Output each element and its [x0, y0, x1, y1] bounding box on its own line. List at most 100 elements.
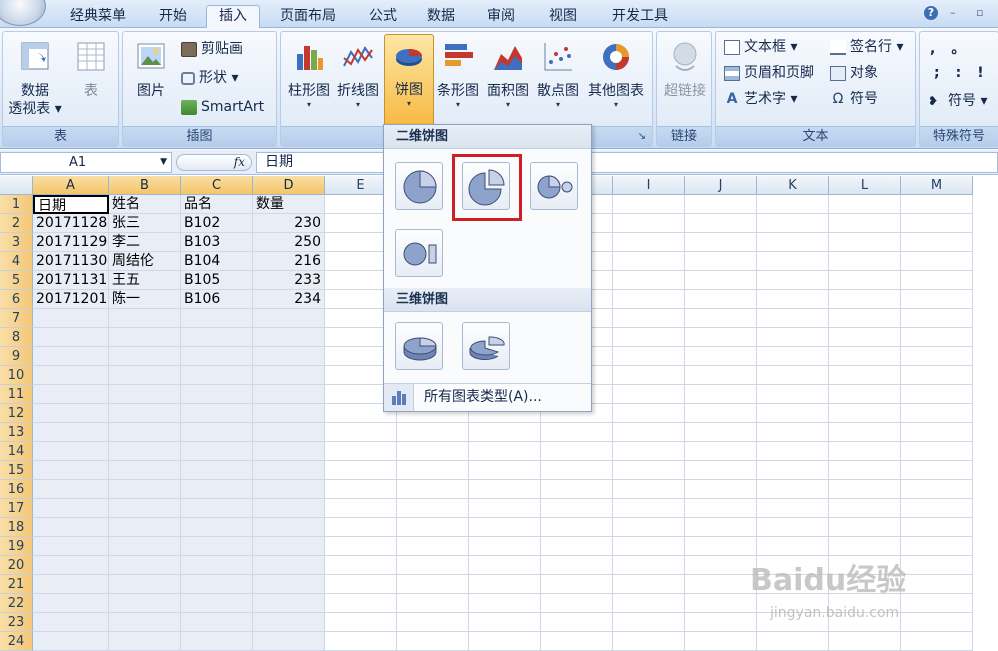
cell-b16[interactable] — [109, 480, 181, 499]
cell-g18[interactable] — [469, 518, 541, 537]
cell-g19[interactable] — [469, 537, 541, 556]
cell-i2[interactable] — [613, 214, 685, 233]
cell-e16[interactable] — [325, 480, 397, 499]
cell-d3[interactable]: 250 — [253, 233, 325, 252]
cell-a12[interactable] — [33, 404, 109, 423]
cell-j12[interactable] — [685, 404, 757, 423]
cell-l18[interactable] — [829, 518, 901, 537]
cell-e18[interactable] — [325, 518, 397, 537]
column-chart-button[interactable]: 柱形图 ▾ — [285, 36, 333, 110]
cell-l16[interactable] — [829, 480, 901, 499]
cell-c13[interactable] — [181, 423, 253, 442]
cell-b15[interactable] — [109, 461, 181, 480]
cell-f20[interactable] — [397, 556, 469, 575]
cell-b6[interactable]: 陈一 — [109, 290, 181, 309]
cell-c9[interactable] — [181, 347, 253, 366]
table-button[interactable]: 表 — [67, 36, 115, 100]
cell-k5[interactable] — [757, 271, 829, 290]
cell-c8[interactable] — [181, 328, 253, 347]
cell-h17[interactable] — [541, 499, 613, 518]
cell-b4[interactable]: 周结伦 — [109, 252, 181, 271]
cell-a9[interactable] — [33, 347, 109, 366]
pie-of-pie-option[interactable] — [530, 162, 578, 210]
cell-j1[interactable] — [685, 195, 757, 214]
cell-j11[interactable] — [685, 385, 757, 404]
cell-a3[interactable]: 20171129 — [33, 233, 109, 252]
cell-b11[interactable] — [109, 385, 181, 404]
cell-h14[interactable] — [541, 442, 613, 461]
cell-m10[interactable] — [901, 366, 973, 385]
minimize-icon[interactable]: – — [950, 6, 956, 19]
cell-j6[interactable] — [685, 290, 757, 309]
row-header-19[interactable]: 19 — [0, 537, 33, 556]
cell-j13[interactable] — [685, 423, 757, 442]
cell-a10[interactable] — [33, 366, 109, 385]
cell-j5[interactable] — [685, 271, 757, 290]
cell-i8[interactable] — [613, 328, 685, 347]
cell-g21[interactable] — [469, 575, 541, 594]
cell-j20[interactable] — [685, 556, 757, 575]
cell-e19[interactable] — [325, 537, 397, 556]
3d-pie-option[interactable] — [395, 322, 443, 370]
row-header-8[interactable]: 8 — [0, 328, 33, 347]
cell-i12[interactable] — [613, 404, 685, 423]
cell-c24[interactable] — [181, 632, 253, 651]
cell-j17[interactable] — [685, 499, 757, 518]
cell-e15[interactable] — [325, 461, 397, 480]
cell-i14[interactable] — [613, 442, 685, 461]
cell-b10[interactable] — [109, 366, 181, 385]
cell-g13[interactable] — [469, 423, 541, 442]
object-button[interactable]: 对象 — [830, 62, 878, 84]
restore-icon[interactable]: ▫ — [976, 6, 983, 19]
cell-k4[interactable] — [757, 252, 829, 271]
cell-i17[interactable] — [613, 499, 685, 518]
cell-l15[interactable] — [829, 461, 901, 480]
cell-l19[interactable] — [829, 537, 901, 556]
cell-i18[interactable] — [613, 518, 685, 537]
area-chart-button[interactable]: 面积图 ▾ — [484, 36, 532, 110]
cell-j2[interactable] — [685, 214, 757, 233]
cell-a13[interactable] — [33, 423, 109, 442]
cell-b3[interactable]: 李二 — [109, 233, 181, 252]
cell-d15[interactable] — [253, 461, 325, 480]
row-header-24[interactable]: 24 — [0, 632, 33, 651]
cell-e22[interactable] — [325, 594, 397, 613]
cell-b17[interactable] — [109, 499, 181, 518]
cell-k13[interactable] — [757, 423, 829, 442]
cell-c16[interactable] — [181, 480, 253, 499]
name-box[interactable]: A1 ▼ — [0, 152, 172, 173]
cell-b14[interactable] — [109, 442, 181, 461]
cell-e20[interactable] — [325, 556, 397, 575]
cell-e13[interactable] — [325, 423, 397, 442]
column-header-d[interactable]: D — [253, 176, 325, 195]
cell-a11[interactable] — [33, 385, 109, 404]
row-header-5[interactable]: 5 — [0, 271, 33, 290]
cell-m7[interactable] — [901, 309, 973, 328]
cell-m12[interactable] — [901, 404, 973, 423]
cell-e17[interactable] — [325, 499, 397, 518]
cell-c2[interactable]: B102 — [181, 214, 253, 233]
cell-b2[interactable]: 张三 — [109, 214, 181, 233]
row-header-9[interactable]: 9 — [0, 347, 33, 366]
cell-a21[interactable] — [33, 575, 109, 594]
cell-k15[interactable] — [757, 461, 829, 480]
cell-c10[interactable] — [181, 366, 253, 385]
tab-classic-menu[interactable]: 经典菜单 — [54, 6, 142, 28]
cell-b19[interactable] — [109, 537, 181, 556]
all-chart-types-item[interactable]: 所有图表类型(A)... — [384, 383, 591, 411]
cell-f15[interactable] — [397, 461, 469, 480]
cell-k19[interactable] — [757, 537, 829, 556]
cell-k6[interactable] — [757, 290, 829, 309]
cell-i13[interactable] — [613, 423, 685, 442]
cell-a17[interactable] — [33, 499, 109, 518]
cell-k11[interactable] — [757, 385, 829, 404]
column-header-b[interactable]: B — [109, 176, 181, 195]
cell-d12[interactable] — [253, 404, 325, 423]
cell-f19[interactable] — [397, 537, 469, 556]
cell-l12[interactable] — [829, 404, 901, 423]
row-header-3[interactable]: 3 — [0, 233, 33, 252]
column-header-j[interactable]: J — [685, 176, 757, 195]
cell-i24[interactable] — [613, 632, 685, 651]
cell-h22[interactable] — [541, 594, 613, 613]
column-header-a[interactable]: A — [33, 176, 109, 195]
